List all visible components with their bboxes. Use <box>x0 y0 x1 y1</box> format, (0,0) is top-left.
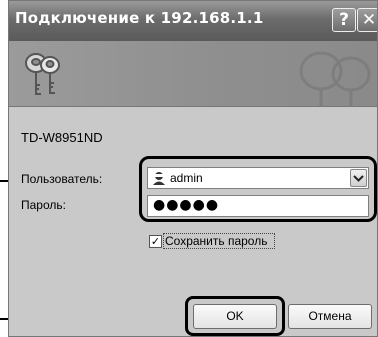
window-title: Подключение к 192.168.1.1 <box>15 9 264 27</box>
remember-password-checkbox[interactable]: ✓ <box>149 235 162 248</box>
keys-icon <box>25 53 60 95</box>
cancel-button[interactable]: Отмена <box>288 304 372 329</box>
credentials-highlight <box>139 156 377 222</box>
dialog-content: TD-W8951ND Пользователь: admin Пароль: ●… <box>9 107 377 336</box>
help-button[interactable]: ? <box>332 8 356 32</box>
login-dialog: Подключение к 192.168.1.1 ? ✕ TD-W8951ND <box>8 0 378 337</box>
username-label: Пользователь: <box>21 172 103 186</box>
remember-password-label[interactable]: Сохранить пароль <box>165 234 267 248</box>
close-button[interactable]: ✕ <box>357 8 377 32</box>
dialog-banner <box>9 41 377 107</box>
ok-button[interactable]: OK <box>193 304 277 329</box>
password-label: Пароль: <box>21 198 66 212</box>
title-bar: Подключение к 192.168.1.1 ? ✕ <box>9 1 377 41</box>
keys-watermark-icon <box>299 51 371 106</box>
device-name: TD-W8951ND <box>21 130 103 145</box>
